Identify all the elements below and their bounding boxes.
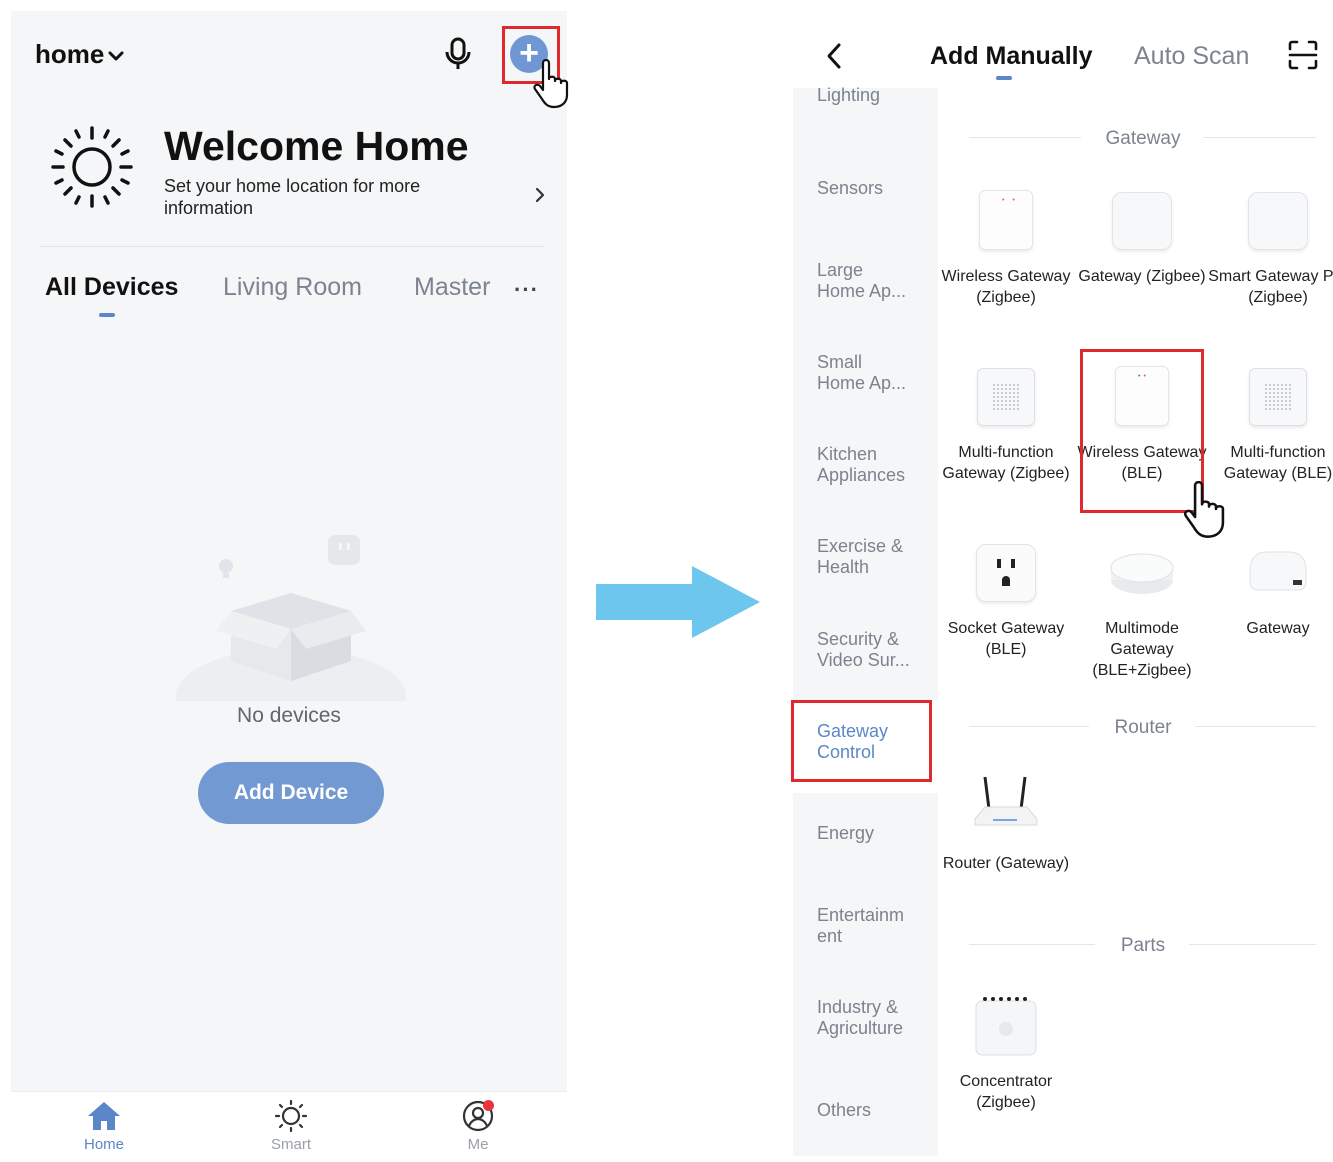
home-selector[interactable]: home bbox=[35, 39, 124, 70]
category-item[interactable]: Industry & Agriculture bbox=[817, 997, 932, 1039]
tab-add-manually[interactable]: Add Manually bbox=[930, 42, 1093, 71]
device-item[interactable]: • • Wireless Gateway (Zigbee) bbox=[936, 188, 1076, 308]
home-selector-label: home bbox=[35, 39, 105, 69]
wireless-gateway-image: • • bbox=[973, 188, 1039, 254]
category-item[interactable]: Entertainm ent bbox=[817, 905, 917, 947]
device-item[interactable]: Multi-function Gateway (Zigbee) bbox=[936, 364, 1076, 484]
device-item[interactable]: Gateway bbox=[1208, 540, 1333, 639]
section-divider bbox=[1195, 726, 1316, 727]
section-divider bbox=[1203, 137, 1316, 138]
device-label: Socket Gateway (BLE) bbox=[947, 620, 1065, 658]
nav-home[interactable]: Home bbox=[59, 1100, 149, 1153]
pointing-hand-icon bbox=[533, 59, 569, 109]
welcome-subtitle[interactable]: Set your home location for more informat… bbox=[164, 175, 484, 219]
tab-master[interactable]: Master bbox=[414, 273, 490, 302]
device-label: Multimode Gateway (BLE+Zigbee) bbox=[1092, 620, 1192, 679]
nav-me[interactable]: Me bbox=[433, 1100, 523, 1153]
tab-indicator bbox=[996, 76, 1012, 80]
nav-home-label: Home bbox=[83, 1136, 124, 1153]
section-title: Router bbox=[1114, 717, 1172, 738]
more-tabs-icon[interactable]: ··· bbox=[514, 277, 539, 303]
socket-gateway-image bbox=[973, 540, 1039, 606]
multimode-gateway-image bbox=[1109, 540, 1175, 606]
tab-living-room[interactable]: Living Room bbox=[223, 273, 362, 302]
section-divider bbox=[969, 137, 1081, 138]
concentrator-image bbox=[973, 993, 1039, 1059]
sun-icon bbox=[274, 1100, 308, 1132]
microphone-icon[interactable] bbox=[443, 37, 473, 71]
device-item[interactable]: Concentrator (Zigbee) bbox=[936, 993, 1076, 1113]
section-title: Gateway bbox=[1105, 128, 1181, 149]
add-device-button[interactable]: Add Device bbox=[198, 762, 384, 824]
empty-box-illustration bbox=[176, 535, 406, 701]
category-item[interactable]: Energy bbox=[817, 823, 932, 844]
router-image bbox=[973, 775, 1039, 841]
back-arrow-icon[interactable] bbox=[825, 41, 843, 71]
category-item[interactable]: Lighting bbox=[817, 85, 932, 106]
add-device-screen: Add Manually Auto Scan Lighting Sensors … bbox=[791, 11, 1333, 1162]
device-label: Concentrator (Zigbee) bbox=[959, 1073, 1053, 1111]
nav-smart-label: Smart bbox=[270, 1136, 311, 1153]
device-label: Smart Gateway Pro (Zigbee) bbox=[1208, 268, 1333, 306]
gateway-image bbox=[1245, 540, 1311, 606]
multifunction-gateway-image bbox=[973, 364, 1039, 430]
nav-me-label: Me bbox=[467, 1136, 489, 1153]
device-item[interactable]: Router (Gateway) bbox=[936, 775, 1076, 874]
device-label: Wireless Gateway (Zigbee) bbox=[941, 268, 1071, 306]
chevron-down-icon bbox=[108, 51, 124, 61]
pointing-hand-icon bbox=[1183, 481, 1225, 538]
welcome-title: Welcome Home bbox=[164, 123, 469, 169]
section-divider bbox=[1189, 944, 1316, 945]
sun-icon bbox=[51, 126, 133, 208]
device-label: Multi-function Gateway (BLE) bbox=[1223, 444, 1333, 482]
section-divider bbox=[969, 944, 1095, 945]
divider bbox=[39, 246, 545, 247]
gateway-image bbox=[1109, 188, 1175, 254]
category-item[interactable]: Sensors bbox=[817, 178, 932, 199]
chevron-right-icon[interactable] bbox=[533, 185, 547, 205]
tab-all-devices[interactable]: All Devices bbox=[45, 273, 178, 302]
highlight-box bbox=[791, 700, 932, 782]
category-item[interactable]: Kitchen Appliances bbox=[817, 444, 932, 486]
category-item[interactable]: Large Home Ap... bbox=[817, 260, 913, 302]
device-label: Gateway (Zigbee) bbox=[1078, 268, 1206, 285]
category-item[interactable]: Security & Video Sur... bbox=[817, 629, 913, 671]
device-item[interactable]: Gateway (Zigbee) bbox=[1072, 188, 1212, 287]
device-label: Multi-function Gateway (Zigbee) bbox=[942, 444, 1070, 482]
bottom-nav: Home Smart Me bbox=[11, 1091, 567, 1162]
gateway-image bbox=[1245, 188, 1311, 254]
device-item[interactable]: Multimode Gateway (BLE+Zigbee) bbox=[1072, 540, 1212, 681]
device-label: Router (Gateway) bbox=[942, 855, 1070, 872]
home-icon bbox=[88, 1102, 120, 1130]
transition-arrow-icon bbox=[596, 566, 760, 638]
tab-auto-scan[interactable]: Auto Scan bbox=[1134, 42, 1249, 71]
device-item[interactable]: Socket Gateway (BLE) bbox=[936, 540, 1076, 660]
scan-icon[interactable] bbox=[1288, 40, 1318, 70]
home-screen: home + Welcome Home Set your home locati… bbox=[11, 11, 569, 1162]
category-item[interactable]: Others bbox=[817, 1100, 932, 1121]
device-label: Gateway bbox=[1246, 620, 1310, 637]
section-divider bbox=[969, 726, 1089, 727]
empty-state-text: No devices bbox=[237, 704, 341, 727]
category-item[interactable]: Exercise & Health bbox=[817, 536, 917, 578]
nav-smart[interactable]: Smart bbox=[246, 1100, 336, 1153]
section-title: Parts bbox=[1120, 935, 1166, 956]
category-sidebar bbox=[793, 88, 938, 1156]
device-item[interactable]: Smart Gateway Pro (Zigbee) bbox=[1208, 188, 1333, 308]
tab-indicator bbox=[99, 313, 115, 317]
multifunction-gateway-image bbox=[1245, 364, 1311, 430]
category-item[interactable]: Small Home Ap... bbox=[817, 352, 913, 394]
notification-dot bbox=[483, 1100, 494, 1111]
device-item[interactable]: Multi-function Gateway (BLE) bbox=[1208, 364, 1333, 484]
